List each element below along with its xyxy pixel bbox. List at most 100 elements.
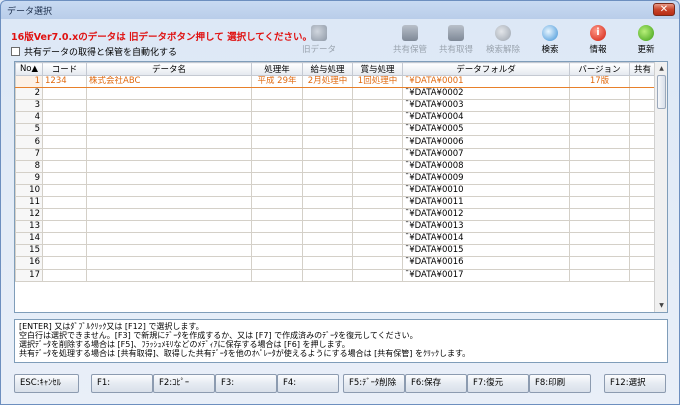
f2-copy-button[interactable]: F2:ｺﾋﾟｰ xyxy=(153,374,215,393)
close-button[interactable]: ✕ xyxy=(653,3,675,16)
table-row[interactable]: 17 ¯¥DATA¥0017 xyxy=(15,268,656,282)
table-row[interactable]: 2 ¯¥DATA¥0002 xyxy=(15,87,656,101)
row-folder: ¯¥DATA¥0016 xyxy=(402,256,570,270)
row-code xyxy=(42,183,87,197)
f7-restore-button[interactable]: F7:復元 xyxy=(467,374,529,393)
table-row[interactable]: 8 ¯¥DATA¥0008 xyxy=(15,159,656,173)
window-title: データ選択 xyxy=(7,7,53,17)
row-bonus-status xyxy=(352,268,403,282)
old-data-button[interactable]: 旧データ xyxy=(299,25,339,57)
help-line-3: 選択ﾃﾞｰﾀを削除する場合は [F5]、ﾌﾗｯｼｭﾒﾓﾘなどのﾒﾃﾞｨｱに保存す… xyxy=(19,340,350,349)
row-folder: ¯¥DATA¥0004 xyxy=(402,111,570,125)
row-share xyxy=(629,99,656,113)
auto-share-row[interactable]: 共有データの取得と保管を自動化する xyxy=(11,45,178,58)
row-data-name xyxy=(86,244,252,258)
share-get-button[interactable]: 共有取得 xyxy=(436,25,476,57)
table-row[interactable]: 12 ¯¥DATA¥0012 xyxy=(15,208,656,222)
row-share xyxy=(629,147,656,161)
table-row[interactable]: 15 ¯¥DATA¥0015 xyxy=(15,244,656,258)
row-code: 1234 xyxy=(42,74,87,89)
row-data-name xyxy=(86,183,252,197)
f4-button[interactable]: F4: xyxy=(277,374,339,393)
row-year xyxy=(251,111,303,125)
data-grid[interactable]: No▲ コード データ名 処理年 給与処理 賞与処理 データフォルダ バージョン… xyxy=(14,61,668,313)
table-header-row: No▲ コード データ名 処理年 給与処理 賞与処理 データフォルダ バージョン… xyxy=(15,62,656,76)
row-version: 17版 xyxy=(569,74,630,89)
magnifier-icon xyxy=(542,25,558,41)
row-code xyxy=(42,135,87,149)
row-bonus-status xyxy=(352,123,403,137)
col-header-folder[interactable]: データフォルダ xyxy=(402,62,570,76)
row-year xyxy=(251,232,303,246)
table-row[interactable]: 16 ¯¥DATA¥0016 xyxy=(15,256,656,270)
search-clear-button[interactable]: 検索解除 xyxy=(483,25,523,57)
scroll-down-icon[interactable]: ▼ xyxy=(656,300,667,311)
f5-delete-button[interactable]: F5:ﾃﾞｰﾀ削除 xyxy=(343,374,405,393)
col-header-share[interactable]: 共有 xyxy=(629,62,656,76)
row-code xyxy=(42,171,87,185)
row-salary-status xyxy=(302,87,353,101)
f6-save-button[interactable]: F6:保存 xyxy=(405,374,467,393)
row-folder: ¯¥DATA¥0006 xyxy=(402,135,570,149)
row-folder: ¯¥DATA¥0003 xyxy=(402,99,570,113)
row-no: 10 xyxy=(15,183,43,197)
table-row[interactable]: 4 ¯¥DATA¥0004 xyxy=(15,111,656,125)
row-share xyxy=(629,87,656,101)
auto-share-checkbox[interactable] xyxy=(11,46,20,56)
vertical-scrollbar[interactable]: ▲ ▼ xyxy=(654,62,667,312)
col-header-data-name[interactable]: データ名 xyxy=(86,62,252,76)
table-row[interactable]: 14 ¯¥DATA¥0014 xyxy=(15,232,656,246)
row-no: 8 xyxy=(15,159,43,173)
row-salary-status xyxy=(302,123,353,137)
row-code xyxy=(42,99,87,113)
row-no: 1 xyxy=(15,74,43,89)
f3-button[interactable]: F3: xyxy=(215,374,277,393)
update-button[interactable]: 更新 xyxy=(629,25,663,57)
row-bonus-status xyxy=(352,195,403,210)
col-header-year[interactable]: 処理年 xyxy=(251,62,303,76)
table-row[interactable]: 11 ¯¥DATA¥0011 xyxy=(15,195,656,210)
table-row[interactable]: 6 ¯¥DATA¥0006 xyxy=(15,135,656,149)
table-row[interactable]: 1 1234 株式会社ABC 平成 29年 2月処理中 1回処理中 ¯¥DATA¥0001 1… xyxy=(15,74,656,89)
table-row[interactable]: 9 ¯¥DATA¥0009 xyxy=(15,171,656,185)
col-header-code[interactable]: コード xyxy=(42,62,87,76)
info-label: 情報 xyxy=(589,45,607,55)
f8-print-button[interactable]: F8:印刷 xyxy=(529,374,591,393)
row-no: 13 xyxy=(15,220,43,234)
row-salary-status xyxy=(302,147,353,161)
info-button[interactable]: i 情報 xyxy=(581,25,615,57)
row-no: 15 xyxy=(15,244,43,258)
share-save-button[interactable]: 共有保管 xyxy=(390,25,430,57)
row-data-name xyxy=(86,220,252,234)
search-button[interactable]: 検索 xyxy=(533,25,567,57)
row-no: 14 xyxy=(15,232,43,246)
f12-select-button[interactable]: F12:選択 xyxy=(604,374,666,393)
col-header-salary[interactable]: 給与処理 xyxy=(302,62,353,76)
row-data-name xyxy=(86,256,252,270)
row-no: 5 xyxy=(15,123,43,137)
table-row[interactable]: 5 ¯¥DATA¥0005 xyxy=(15,123,656,137)
col-header-version[interactable]: バージョン xyxy=(569,62,630,76)
col-header-no[interactable]: No▲ xyxy=(15,62,43,76)
row-salary-status xyxy=(302,159,353,173)
row-year xyxy=(251,195,303,210)
row-year xyxy=(251,183,303,197)
esc-cancel-button[interactable]: ESC:ｷｬﾝｾﾙ xyxy=(14,374,79,393)
auto-share-label: 共有データの取得と保管を自動化する xyxy=(24,47,178,58)
row-share xyxy=(629,135,656,149)
f1-button[interactable]: F1: xyxy=(91,374,153,393)
col-header-bonus[interactable]: 賞与処理 xyxy=(352,62,403,76)
table-row[interactable]: 7 ¯¥DATA¥0007 xyxy=(15,147,656,161)
table-row[interactable]: 10 ¯¥DATA¥0010 xyxy=(15,183,656,197)
table-row[interactable]: 3 ¯¥DATA¥0003 xyxy=(15,99,656,113)
row-folder: ¯¥DATA¥0005 xyxy=(402,123,570,137)
table-row[interactable]: 13 ¯¥DATA¥0013 xyxy=(15,220,656,234)
scroll-thumb[interactable] xyxy=(657,75,666,109)
row-salary-status xyxy=(302,135,353,149)
row-version xyxy=(569,232,630,246)
row-year xyxy=(251,208,303,222)
row-version xyxy=(569,99,630,113)
scroll-up-icon[interactable]: ▲ xyxy=(656,63,667,74)
row-bonus-status xyxy=(352,111,403,125)
row-folder: ¯¥DATA¥0012 xyxy=(402,208,570,222)
